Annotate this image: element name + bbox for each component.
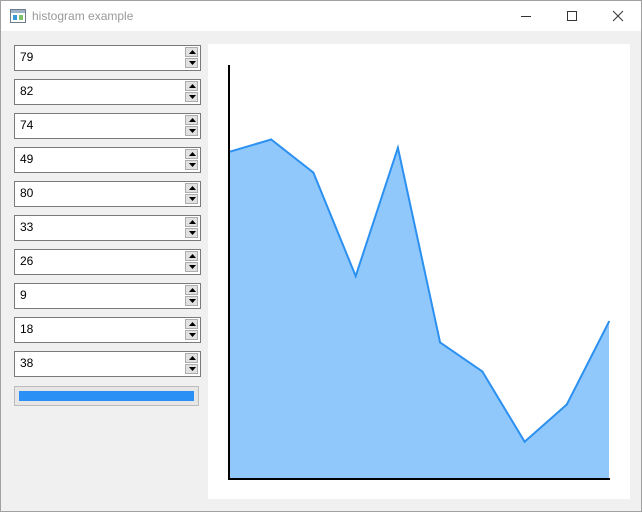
spinbox-value[interactable]: 9 — [20, 288, 27, 302]
arrow-up-icon — [189, 322, 196, 326]
arrow-up-icon — [189, 288, 196, 292]
arrow-up-icon — [189, 186, 196, 190]
spin-down-button[interactable] — [185, 296, 198, 306]
data-point-3 — [312, 171, 315, 174]
arrow-down-icon — [189, 95, 196, 99]
arrow-up-icon — [189, 254, 196, 258]
spin-up-button[interactable] — [185, 183, 198, 193]
spinbox-9[interactable]: 18 — [14, 317, 201, 343]
arrow-down-icon — [189, 129, 196, 133]
data-point-4 — [354, 275, 357, 278]
arrow-up-icon — [189, 152, 196, 156]
spinbox-value[interactable]: 26 — [20, 254, 33, 268]
spin-up-button[interactable] — [185, 47, 198, 57]
spin-up-button[interactable] — [185, 115, 198, 125]
maximize-button[interactable] — [549, 1, 595, 31]
spin-down-button[interactable] — [185, 262, 198, 272]
spinbox-10[interactable]: 38 — [14, 351, 201, 377]
arrow-down-icon — [189, 61, 196, 65]
spin-down-button[interactable] — [185, 364, 198, 374]
spinbox-5[interactable]: 80 — [14, 181, 201, 207]
minimize-icon — [521, 16, 531, 17]
spin-up-button[interactable] — [185, 319, 198, 329]
spin-up-button[interactable] — [185, 81, 198, 91]
spinbox-value[interactable]: 74 — [20, 118, 33, 132]
spin-down-button[interactable] — [185, 58, 198, 68]
title-bar[interactable]: histogram example — [1, 1, 641, 31]
spinbox-value[interactable]: 38 — [20, 356, 33, 370]
spin-up-button[interactable] — [185, 353, 198, 363]
spin-down-button[interactable] — [185, 160, 198, 170]
spinbox-1[interactable]: 79 — [14, 45, 201, 71]
arrow-up-icon — [189, 118, 196, 122]
arrow-down-icon — [189, 231, 196, 235]
arrow-down-icon — [189, 163, 196, 167]
arrow-up-icon — [189, 50, 196, 54]
arrow-down-icon — [189, 299, 196, 303]
data-point-5 — [396, 146, 399, 149]
arrow-up-icon — [189, 84, 196, 88]
area-chart — [228, 65, 610, 480]
spin-down-button[interactable] — [185, 126, 198, 136]
spinbox-4[interactable]: 49 — [14, 147, 201, 173]
spin-down-button[interactable] — [185, 194, 198, 204]
window-title: histogram example — [32, 9, 134, 23]
arrow-up-icon — [189, 356, 196, 360]
spin-up-button[interactable] — [185, 251, 198, 261]
data-point-10 — [608, 320, 610, 323]
spin-up-button[interactable] — [185, 217, 198, 227]
chart-panel — [208, 44, 630, 499]
spin-up-button[interactable] — [185, 285, 198, 295]
spin-up-button[interactable] — [185, 149, 198, 159]
arrow-up-icon — [189, 220, 196, 224]
close-icon — [612, 10, 624, 22]
spinbox-value[interactable]: 18 — [20, 322, 33, 336]
data-point-8 — [523, 440, 526, 443]
data-point-7 — [481, 370, 484, 373]
app-window: histogram example 79 82 74 49 80 33 26 9… — [0, 0, 642, 512]
close-button[interactable] — [595, 1, 641, 31]
arrow-down-icon — [189, 197, 196, 201]
spinbox-value[interactable]: 80 — [20, 186, 33, 200]
arrow-down-icon — [189, 367, 196, 371]
progress-bar — [14, 386, 199, 406]
spin-down-button[interactable] — [185, 330, 198, 340]
spinbox-3[interactable]: 74 — [14, 113, 201, 139]
area-fill — [229, 139, 609, 479]
spin-down-button[interactable] — [185, 228, 198, 238]
spinbox-7[interactable]: 26 — [14, 249, 201, 275]
spin-down-button[interactable] — [185, 92, 198, 102]
spinbox-value[interactable]: 33 — [20, 220, 33, 234]
app-window-icon — [10, 9, 26, 23]
spinbox-value[interactable]: 82 — [20, 84, 33, 98]
maximize-icon — [567, 11, 577, 21]
arrow-down-icon — [189, 333, 196, 337]
spinbox-2[interactable]: 82 — [14, 79, 201, 105]
data-point-9 — [565, 403, 568, 406]
spinbox-8[interactable]: 9 — [14, 283, 201, 309]
spinbox-value[interactable]: 79 — [20, 50, 33, 64]
spinbox-6[interactable]: 33 — [14, 215, 201, 241]
progress-fill — [19, 391, 194, 401]
arrow-down-icon — [189, 265, 196, 269]
data-point-6 — [439, 341, 442, 344]
minimize-button[interactable] — [503, 1, 549, 31]
spinbox-value[interactable]: 49 — [20, 152, 33, 166]
data-point-2 — [270, 138, 273, 141]
